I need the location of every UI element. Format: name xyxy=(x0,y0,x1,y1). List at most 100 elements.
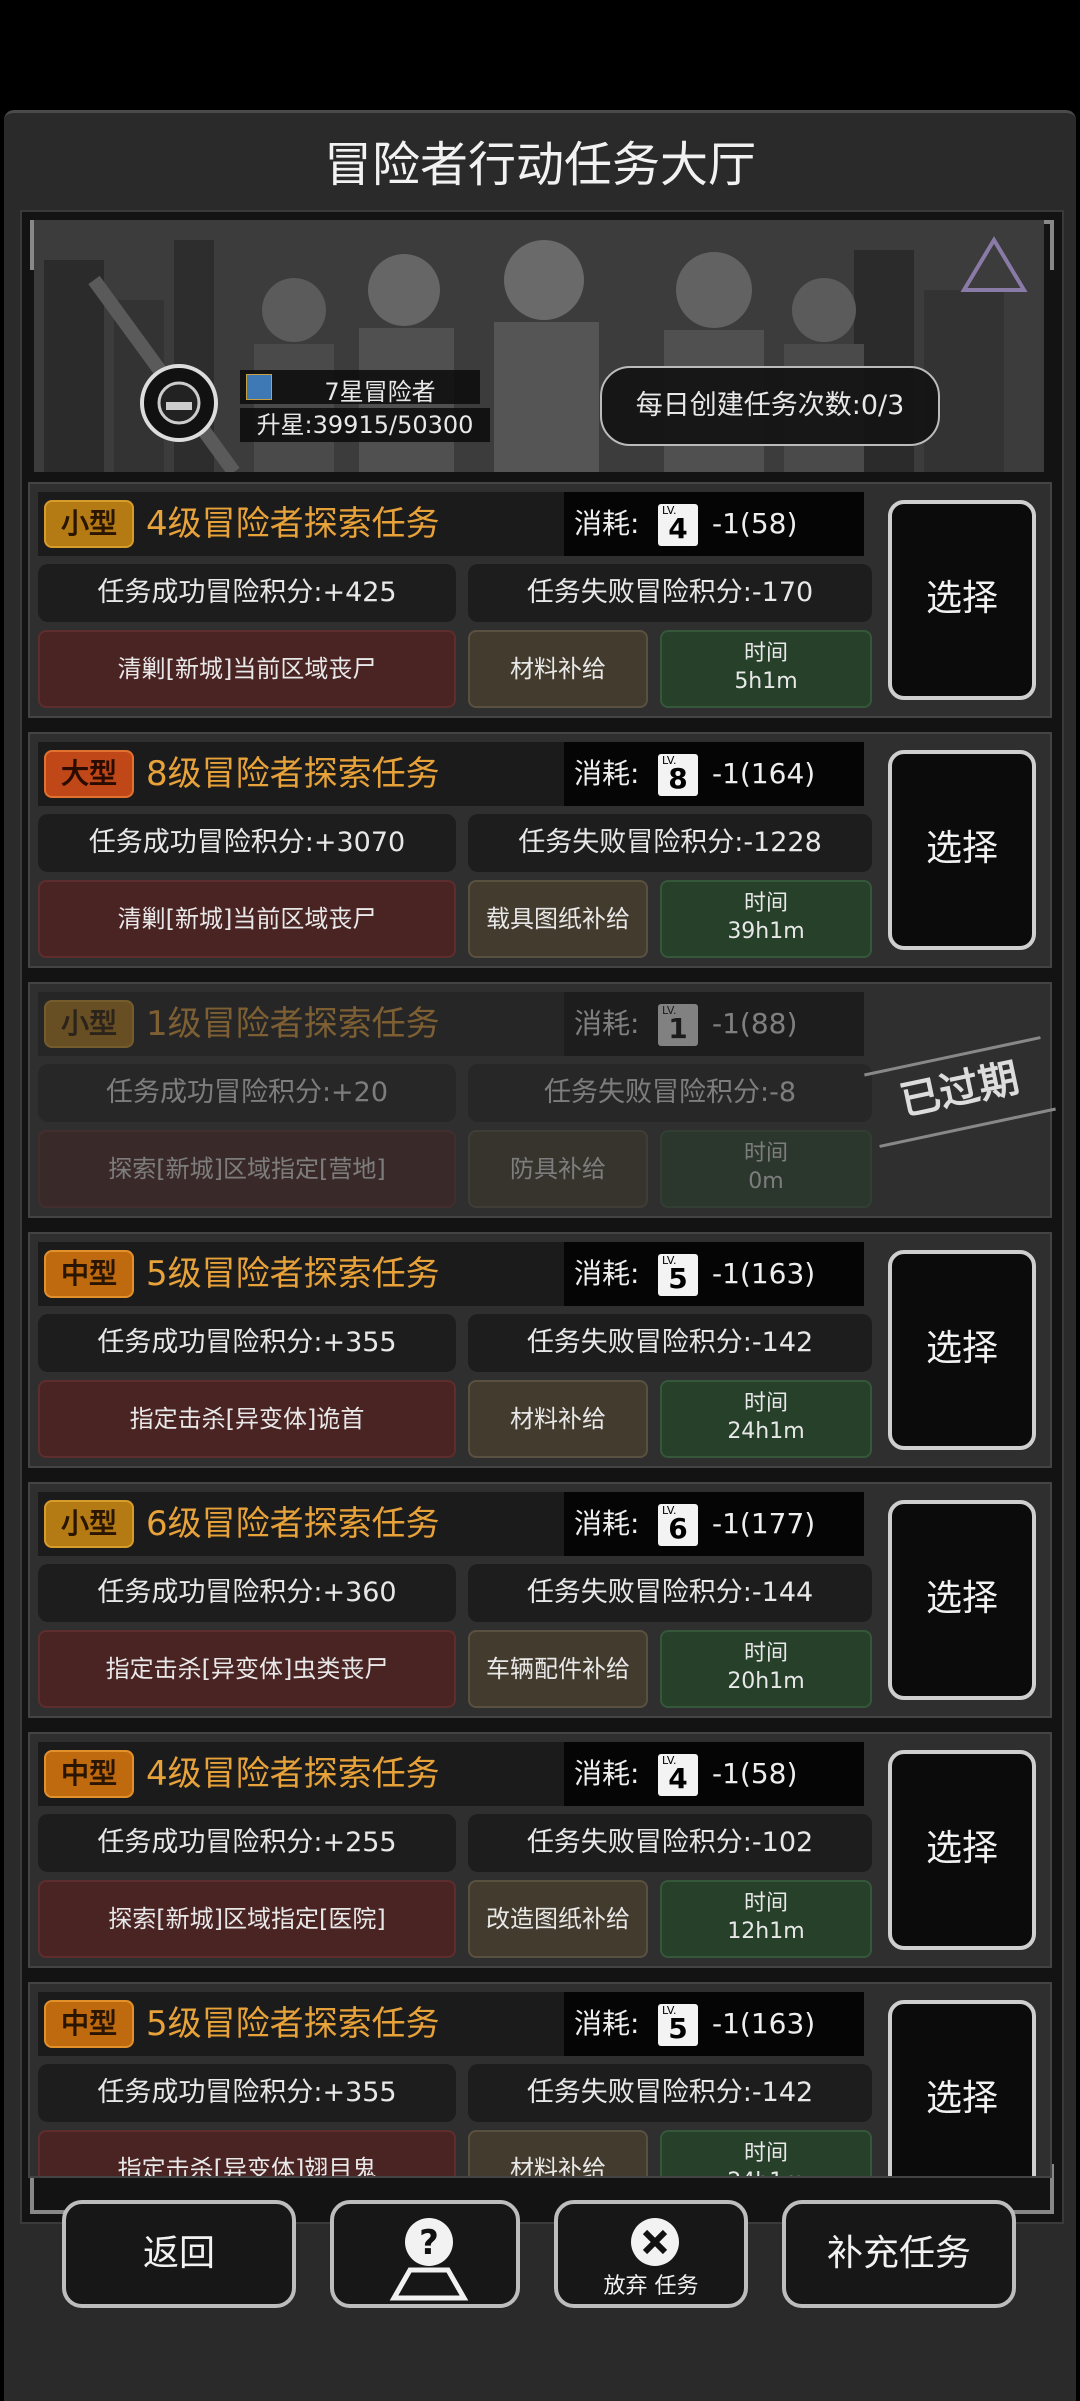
success-points: 任务成功冒险积分:+255 xyxy=(38,1814,456,1872)
mission-cost: 消耗: LV. 6 -1(177) xyxy=(564,1492,864,1556)
time-label: 时间 xyxy=(743,891,788,916)
time-label: 时间 xyxy=(743,1391,788,1416)
mission-objective: 清剿[新城]当前区域丧尸 xyxy=(38,630,456,708)
mission-header: 小型 6级冒险者探索任务 xyxy=(38,1492,564,1556)
level-card-icon: LV. 6 xyxy=(658,1504,698,1546)
mission-objective: 探索[新城]区域指定[医院] xyxy=(38,1880,456,1958)
level-card-icon: LV. 8 xyxy=(658,754,698,796)
fail-points: 任务失败冒险积分:-144 xyxy=(468,1564,872,1622)
back-label: 返回 xyxy=(142,2233,215,2274)
mission-cost: 消耗: LV. 5 -1(163) xyxy=(564,1992,864,2056)
time-label: 时间 xyxy=(743,2141,788,2166)
daily-create-count: 每日创建任务次数:0/3 xyxy=(600,366,940,446)
time-value: 39h1m xyxy=(727,919,805,944)
mission-title: 8级冒险者探索任务 xyxy=(146,754,440,794)
player-profile: 7星冒险者 升星:39915/50300 xyxy=(140,364,500,444)
mission-cost: 消耗: LV. 4 -1(58) xyxy=(564,492,864,556)
time-value: 12h1m xyxy=(727,1919,805,1944)
svg-text:?: ? xyxy=(419,2223,439,2263)
avatar[interactable] xyxy=(140,364,218,442)
refill-mission-button[interactable]: 补充任务 xyxy=(782,2200,1016,2308)
page-title: 冒险者行动任务大厅 xyxy=(323,137,756,193)
rank-row: 7星冒险者 xyxy=(240,370,480,406)
mission-title: 5级冒险者探索任务 xyxy=(146,2004,440,2044)
help-icon: ? xyxy=(389,2218,469,2301)
select-mission-button[interactable]: 选择 xyxy=(888,1250,1036,1450)
helmet-icon xyxy=(157,381,201,425)
expired-stamp: 已过期 xyxy=(864,1036,1056,1148)
time-label: 时间 xyxy=(743,1141,788,1166)
bottom-toolbar: 返回 ? 放弃 任务 补充任务 xyxy=(0,2200,1080,2310)
mission-title: 4级冒险者探索任务 xyxy=(146,1754,440,1794)
success-points: 任务成功冒险积分:+355 xyxy=(38,2064,456,2122)
cost-value: -1(177) xyxy=(712,1507,816,1540)
mission-size-tag: 小型 xyxy=(44,500,134,548)
mission-time: 时间 24h1m xyxy=(660,1380,872,1458)
mission-cost: 消耗: LV. 4 -1(58) xyxy=(564,1742,864,1806)
lv-number: 5 xyxy=(668,2012,688,2045)
help-button[interactable]: ? xyxy=(330,2200,520,2308)
mission-title: 5级冒险者探索任务 xyxy=(146,1254,440,1294)
lv-number: 4 xyxy=(668,1762,688,1795)
select-mission-button[interactable]: 选择 xyxy=(888,1750,1036,1950)
time-value: 5h1m xyxy=(734,669,798,694)
fail-points: 任务失败冒险积分:-142 xyxy=(468,2064,872,2122)
mission-cost: 消耗: LV. 5 -1(163) xyxy=(564,1242,864,1306)
select-mission-button[interactable]: 选择 xyxy=(888,500,1036,700)
cost-label: 消耗: xyxy=(574,757,640,790)
cost-label: 消耗: xyxy=(574,507,640,540)
abandon-label: 放弃 任务 xyxy=(603,2274,699,2299)
mission-size-tag: 大型 xyxy=(44,750,134,798)
refill-label: 补充任务 xyxy=(826,2233,971,2274)
time-value: 24h1m xyxy=(662,2168,870,2176)
mission-time: 时间 24h1m xyxy=(660,2130,872,2176)
mission-objective: 清剿[新城]当前区域丧尸 xyxy=(38,880,456,958)
success-points: 任务成功冒险积分:+360 xyxy=(38,1564,456,1622)
fail-points: 任务失败冒险积分:-8 xyxy=(468,1064,872,1122)
mission-reward: 材料补给 xyxy=(468,1380,648,1458)
mission-header: 小型 4级冒险者探索任务 xyxy=(38,492,564,556)
mission-header: 小型 1级冒险者探索任务 xyxy=(38,992,564,1056)
lv-number: 5 xyxy=(668,1262,688,1295)
rank-label: 7星冒险者 xyxy=(324,378,436,406)
back-button[interactable]: 返回 xyxy=(62,2200,296,2308)
mission-size-tag: 中型 xyxy=(44,1250,134,1298)
cost-label: 消耗: xyxy=(574,1007,640,1040)
mission-time: 时间 20h1m xyxy=(660,1630,872,1708)
rank-badge-icon xyxy=(246,374,272,400)
lv-number: 6 xyxy=(668,1512,688,1545)
success-points: 任务成功冒险积分:+355 xyxy=(38,1314,456,1372)
select-mission-button[interactable]: 选择 xyxy=(888,2000,1036,2176)
abandon-mission-button[interactable]: 放弃 任务 xyxy=(554,2200,748,2308)
time-value: 0m xyxy=(748,1169,784,1194)
mission-size-tag: 小型 xyxy=(44,1000,134,1048)
level-card-icon: LV. 4 xyxy=(658,504,698,546)
mission-header: 中型 5级冒险者探索任务 xyxy=(38,1992,564,2056)
time-label: 时间 xyxy=(743,641,788,666)
level-card-icon: LV. 5 xyxy=(658,2004,698,2046)
cost-value: -1(164) xyxy=(712,757,816,790)
mission-reward: 防具补给 xyxy=(468,1130,648,1208)
mission-reward: 车辆配件补给 xyxy=(468,1630,648,1708)
cost-label: 消耗: xyxy=(574,1507,640,1540)
select-mission-button[interactable]: 选择 xyxy=(888,1500,1036,1700)
mission-time: 时间 0m xyxy=(660,1130,872,1208)
mission-title: 4级冒险者探索任务 xyxy=(146,504,440,544)
success-points: 任务成功冒险积分:+20 xyxy=(38,1064,456,1122)
mission-card: 中型 4级冒险者探索任务 消耗: LV. 4 -1(58) 任务成功冒险积分:+255 任务失… xyxy=(28,1732,1052,1968)
close-icon xyxy=(631,2218,679,2266)
fail-points: 任务失败冒险积分:-142 xyxy=(468,1314,872,1372)
cost-label: 消耗: xyxy=(574,1757,640,1790)
mission-title: 6级冒险者探索任务 xyxy=(146,1504,440,1544)
mission-header: 中型 4级冒险者探索任务 xyxy=(38,1742,564,1806)
time-label: 时间 xyxy=(743,1891,788,1916)
mission-time: 时间 39h1m xyxy=(660,880,872,958)
cost-value: -1(163) xyxy=(712,2007,816,2040)
select-mission-button[interactable]: 选择 xyxy=(888,750,1036,950)
cost-value: -1(58) xyxy=(712,507,798,540)
level-card-icon: LV. 5 xyxy=(658,1254,698,1296)
mission-size-tag: 小型 xyxy=(44,1500,134,1548)
mission-title: 1级冒险者探索任务 xyxy=(146,1004,440,1044)
time-label: 时间 xyxy=(743,1641,788,1666)
mission-card: 小型 6级冒险者探索任务 消耗: LV. 6 -1(177) 任务成功冒险积分:+360 任务… xyxy=(28,1482,1052,1718)
